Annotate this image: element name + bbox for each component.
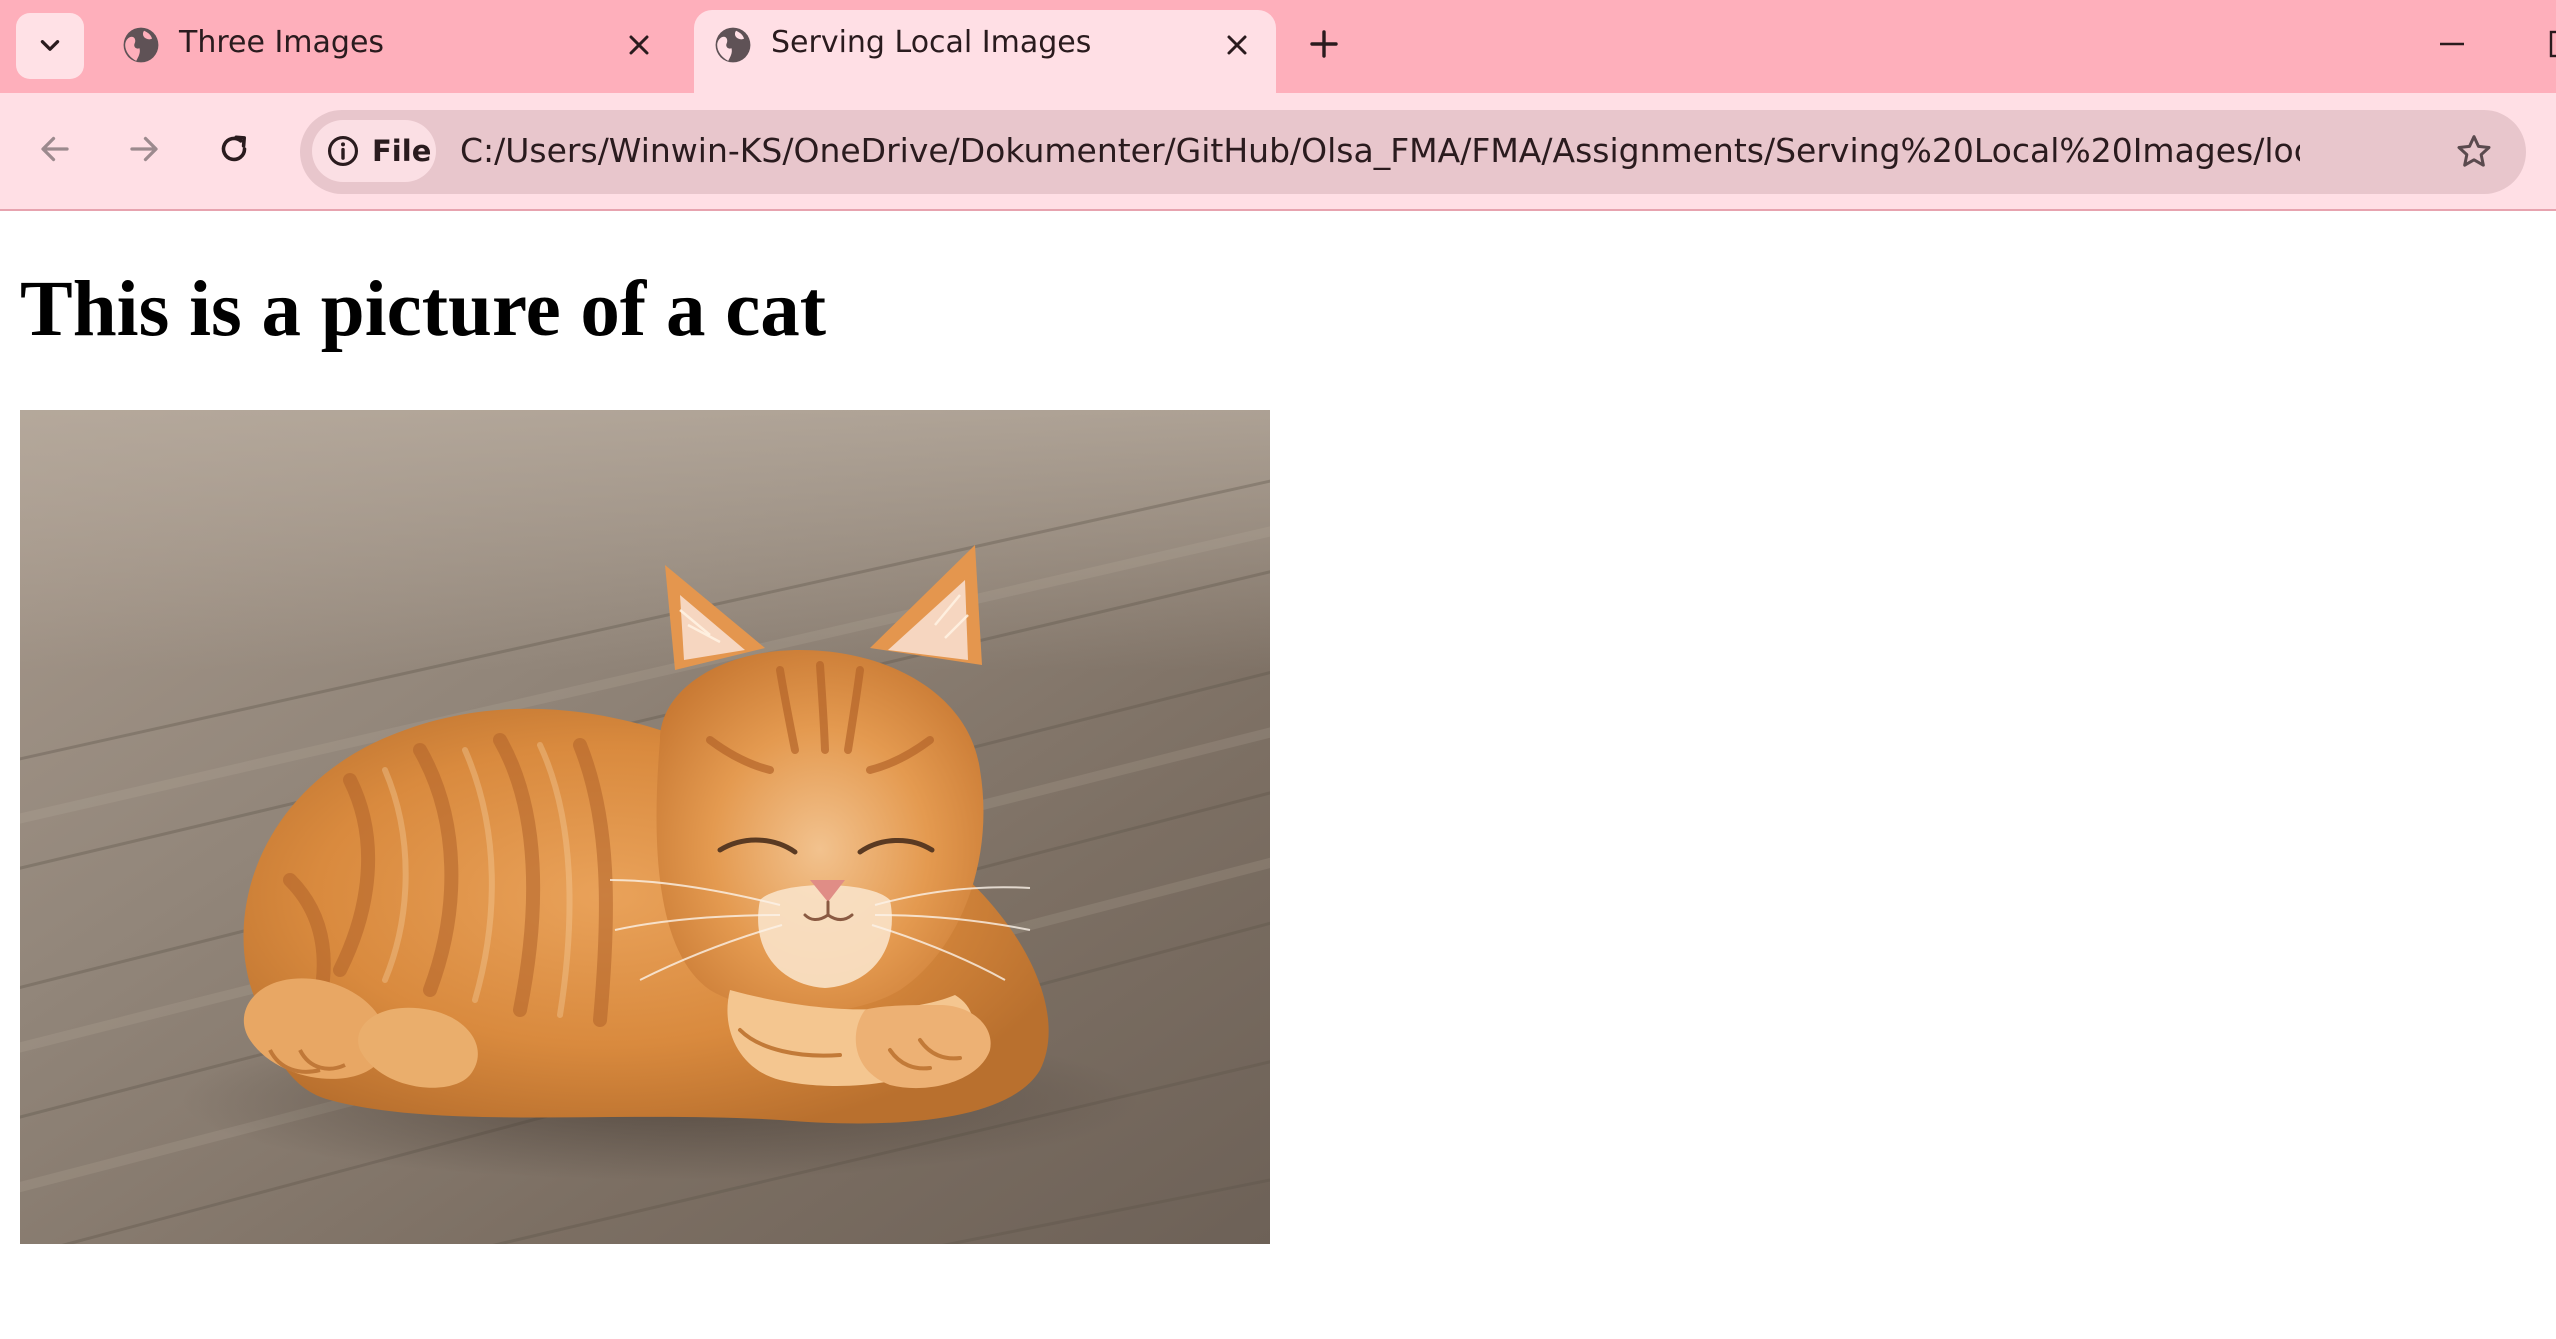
- page-heading: This is a picture of a cat: [20, 266, 827, 353]
- new-tab-button[interactable]: [1302, 22, 1346, 66]
- tab-search-button[interactable]: [16, 13, 84, 79]
- globe-icon: [715, 27, 751, 63]
- tab-serving-local-images[interactable]: Serving Local Images: [694, 10, 1276, 93]
- bookmark-button[interactable]: [2452, 130, 2496, 174]
- chevron-down-icon: [40, 40, 60, 51]
- url-text[interactable]: C:/Users/Winwin-KS/OneDrive/Dokumenter/G…: [460, 131, 2300, 170]
- minimize-window-button[interactable]: [2430, 22, 2474, 66]
- globe-icon: [123, 27, 159, 63]
- site-info-chip[interactable]: File: [312, 120, 436, 182]
- arrow-left-icon: [41, 136, 69, 162]
- tab-title: Three Images: [179, 25, 385, 60]
- close-tab-button[interactable]: [622, 28, 656, 62]
- cat-image: [20, 410, 1270, 1244]
- forward-button[interactable]: [118, 123, 170, 175]
- close-icon: [629, 35, 649, 55]
- tab-title: Serving Local Images: [771, 25, 1092, 60]
- scheme-label: File: [372, 134, 432, 168]
- page-viewport: This is a picture of a cat: [0, 211, 2556, 1339]
- maximize-window-button[interactable]: [2540, 26, 2556, 62]
- minimize-icon: [2440, 42, 2464, 46]
- tab-strip: Three Images Serving Local Images: [0, 0, 2556, 93]
- back-button[interactable]: [29, 123, 81, 175]
- browser-toolbar: File C:/Users/Winwin-KS/OneDrive/Dokumen…: [0, 93, 2556, 211]
- plus-icon: [1310, 30, 1338, 58]
- info-icon: [327, 135, 359, 167]
- browser-chrome: Three Images Serving Local Images File C…: [0, 0, 2556, 211]
- close-icon: [1227, 35, 1247, 55]
- close-tab-button[interactable]: [1220, 28, 1254, 62]
- reload-button[interactable]: [208, 123, 260, 175]
- reload-icon: [221, 135, 247, 162]
- maximize-icon: [2549, 30, 2556, 58]
- star-icon: [2457, 135, 2491, 167]
- tab-three-images[interactable]: Three Images: [102, 10, 678, 93]
- arrow-right-icon: [130, 136, 158, 162]
- address-bar[interactable]: File C:/Users/Winwin-KS/OneDrive/Dokumen…: [300, 110, 2526, 194]
